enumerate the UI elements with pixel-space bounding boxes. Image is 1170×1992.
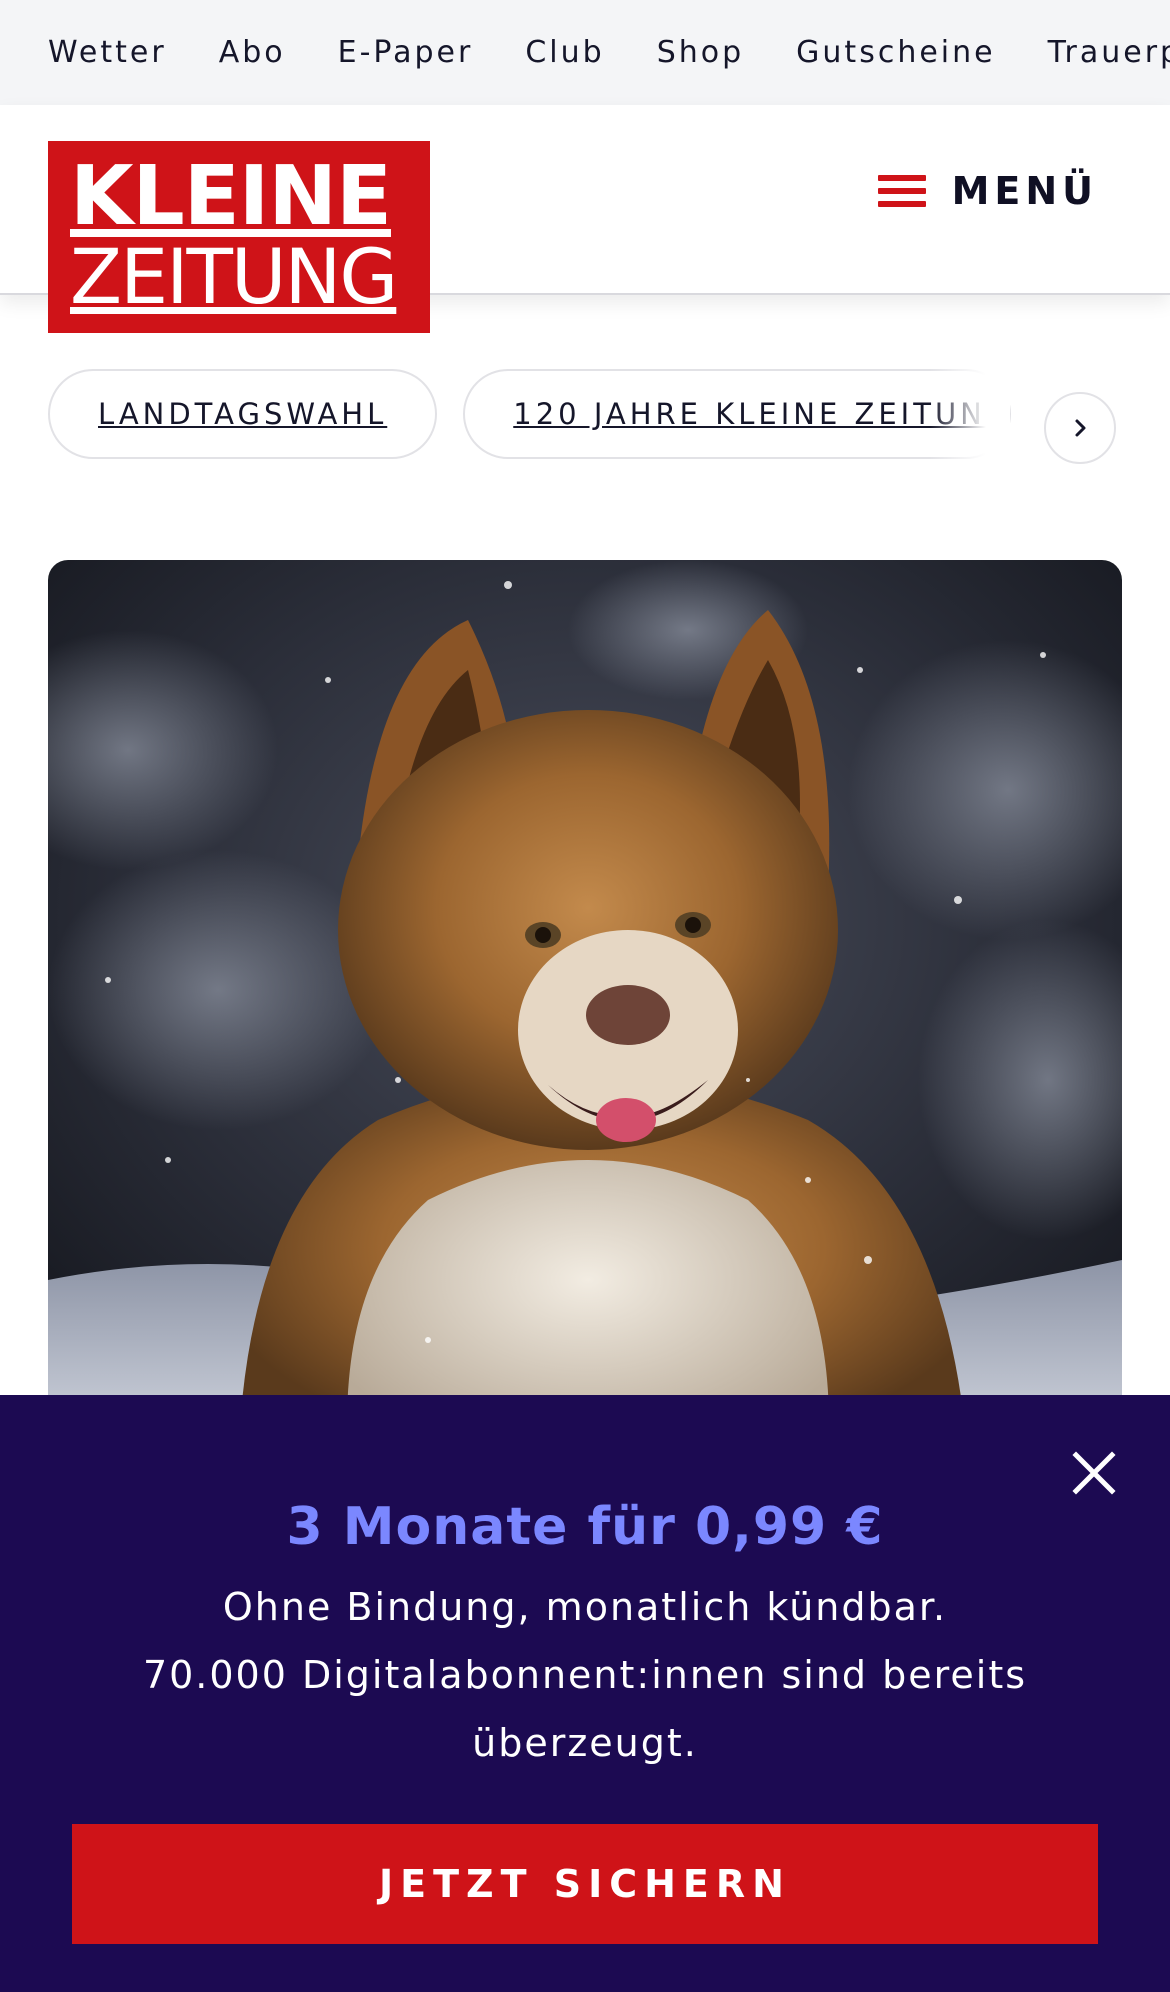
offer-line-2: 70.000 Digitalabonnent:innen sind bereit… — [142, 1653, 1028, 1765]
offer-close-button[interactable] — [1066, 1445, 1122, 1501]
nav-link-wetter[interactable]: Wetter — [48, 35, 167, 70]
offer-title: 3 Monate für 0,99 € — [286, 1497, 884, 1557]
nav-link-epaper[interactable]: E-Paper — [338, 35, 474, 70]
close-icon — [1072, 1451, 1116, 1495]
logo-line-2: ZEITUNG — [70, 232, 398, 321]
topic-chip-landtagswahl[interactable]: LANDTAGSWAHL — [48, 369, 438, 459]
nav-link-abo[interactable]: Abo — [219, 35, 286, 70]
service-nav: Wetter Abo E-Paper Club Shop Gutscheine … — [0, 0, 1170, 105]
menu-label: MENÜ — [951, 169, 1098, 213]
chevron-right-icon — [1075, 419, 1086, 437]
logo-line-1: KLEINE — [70, 149, 392, 244]
chip-row-fade — [930, 350, 1010, 490]
hero-image[interactable] — [48, 560, 1122, 1460]
nav-link-club[interactable]: Club — [525, 35, 604, 70]
site-header: KLEINE ZEITUNG MENÜ — [0, 105, 1170, 333]
menu-button[interactable]: MENÜ — [877, 169, 1098, 213]
dog-in-snow-photo — [48, 560, 1122, 1460]
chip-scroll-next-button[interactable] — [1044, 392, 1116, 464]
offer-description: Ohne Bindung, monatlich kündbar. 70.000 … — [120, 1573, 1050, 1777]
nav-link-trauerportal[interactable]: Trauerpo — [1048, 35, 1170, 70]
subscription-offer-banner: 3 Monate für 0,99 € Ohne Bindung, monatl… — [0, 1395, 1170, 1992]
topic-chip-row: LANDTAGSWAHL 120 JAHRE KLEINE ZEITUNG — [48, 368, 1037, 460]
page: Wetter Abo E-Paper Club Shop Gutscheine … — [0, 0, 1170, 1992]
jetzt-sichern-button[interactable]: JETZT SICHERN — [72, 1824, 1098, 1944]
nav-link-gutscheine[interactable]: Gutscheine — [796, 35, 995, 70]
kleine-zeitung-logo[interactable]: KLEINE ZEITUNG — [48, 141, 430, 333]
nav-link-shop[interactable]: Shop — [657, 35, 744, 70]
offer-line-1: Ohne Bindung, monatlich kündbar. — [222, 1585, 948, 1629]
hamburger-icon — [877, 173, 926, 209]
